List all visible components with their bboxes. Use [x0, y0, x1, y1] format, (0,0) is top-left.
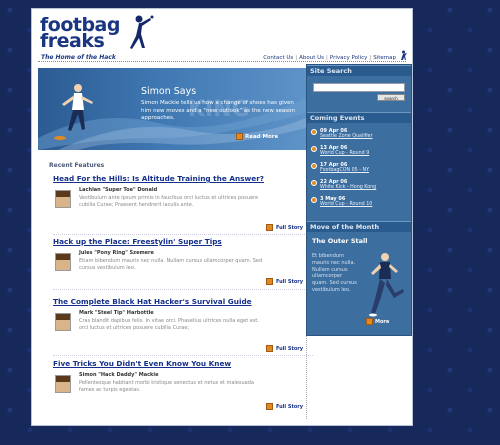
search-heading: Site Search	[307, 65, 411, 76]
search-button[interactable]: search	[377, 94, 405, 101]
hero-description: Simon Mackie tells us how a change of sh…	[141, 100, 296, 121]
full-story-link[interactable]: Full Story	[265, 278, 303, 285]
arrow-bullet-icon	[265, 224, 273, 231]
feature-byline: Mark "Steel Tip" Harbottle Cras blandit …	[53, 310, 303, 344]
full-story-label: Full Story	[275, 224, 303, 231]
bullet-icon	[311, 180, 317, 186]
event-title-link[interactable]: Seattle Zone Qualifier	[320, 134, 408, 139]
full-story-label: Full Story	[275, 403, 303, 410]
full-story-link[interactable]: Full Story	[265, 345, 303, 352]
sidebar: Site Search search Coming Events 09 Apr …	[306, 64, 412, 336]
bullet-icon	[311, 146, 317, 152]
arrow-bullet-icon	[366, 318, 373, 325]
feature-title-link[interactable]: Hack up the Place: Freestylin' Super Tip…	[53, 237, 303, 246]
motm-more-label: More	[375, 318, 390, 325]
author-name: Jules "Pony Ring" Szemere	[79, 250, 154, 256]
event-title-link[interactable]: White Kick - Hong Kong	[320, 185, 408, 190]
kicker-mini-icon	[401, 50, 407, 60]
event-item[interactable]: 13 Apr 06 World Cup - Round 9	[311, 145, 408, 156]
full-story-label: Full Story	[275, 278, 303, 285]
hero-title: Simon Says	[141, 86, 197, 97]
full-story-label: Full Story	[275, 345, 303, 352]
full-story-link[interactable]: Full Story	[265, 224, 303, 231]
feature-byline: Simon "Hack Daddy" Mackie Pellentesque h…	[53, 372, 303, 406]
author-name: Lachlan "Super Toe" Donald	[79, 187, 158, 193]
event-item[interactable]: 09 Apr 06 Seattle Zone Qualifier	[311, 128, 408, 139]
arrow-bullet-icon	[265, 403, 273, 410]
feature-byline: Lachlan "Super Toe" Donald Vestibulum an…	[53, 187, 303, 221]
feature-excerpt: Pellentesque habitant morbi tristique se…	[79, 380, 254, 393]
author-avatar	[55, 253, 71, 271]
tagline: The Home of the Hack	[41, 54, 116, 61]
feature-item: Hack up the Place: Freestylin' Super Tip…	[53, 237, 313, 290]
feature-excerpt: Cras blandit dapibus felis. In vitae orc…	[79, 318, 259, 331]
section-heading: Recent Features	[49, 162, 105, 169]
feature-title-link[interactable]: Five Tricks You Didn't Even Know You Kne…	[53, 359, 303, 368]
header-divider	[38, 61, 406, 62]
bullet-icon	[311, 163, 317, 169]
bullet-icon	[311, 197, 317, 203]
hero-banner: KING Simon Says Simon Mackie tells us ho…	[38, 68, 306, 150]
event-item[interactable]: 22 Apr 06 White Kick - Hong Kong	[311, 179, 408, 190]
feature-title-link[interactable]: The Complete Black Hat Hacker's Survival…	[53, 297, 303, 306]
motm-more-link[interactable]: More	[366, 318, 389, 325]
footbag-player-image	[369, 253, 404, 317]
event-title-link[interactable]: FootbagCON 05 - NY	[320, 168, 408, 173]
author-avatar	[55, 375, 71, 393]
full-story-link[interactable]: Full Story	[265, 403, 303, 410]
hero-read-more-label: Read More	[245, 133, 279, 140]
divider	[53, 234, 313, 235]
divider	[53, 289, 313, 290]
event-item[interactable]: 3 May 06 World Cup - Round 10	[311, 196, 408, 207]
feature-item: The Complete Black Hat Hacker's Survival…	[53, 297, 313, 356]
recent-features: Recent Features Head For the Hills: Is A…	[38, 159, 313, 419]
feature-item: Head For the Hills: Is Altitude Training…	[53, 174, 313, 235]
motm-title: The Outer Stall	[312, 237, 368, 245]
author-avatar	[55, 190, 71, 208]
event-item[interactable]: 17 Apr 06 FootbagCON 05 - NY	[311, 162, 408, 173]
author-name: Simon "Hack Daddy" Mackie	[79, 372, 159, 378]
events-heading: Coming Events	[307, 112, 411, 123]
kicker-silhouette-icon	[130, 15, 154, 49]
logo-wordmark: footbag freaks	[40, 16, 120, 51]
bullet-icon	[311, 129, 317, 135]
motm-heading: Move of the Month	[307, 221, 411, 232]
motm-text: Et bibendum mauris nec nulla. Nullam cur…	[312, 253, 357, 293]
arrow-bullet-icon	[236, 133, 243, 140]
search-input[interactable]	[313, 83, 405, 92]
feature-title-link[interactable]: Head For the Hills: Is Altitude Training…	[53, 174, 303, 183]
event-title-link[interactable]: World Cup - Round 9	[320, 151, 408, 156]
divider	[53, 355, 313, 356]
author-avatar	[55, 313, 71, 331]
feature-excerpt: Vestibulum ante ipsum primis in faucibus…	[79, 195, 259, 208]
feature-item: Five Tricks You Didn't Even Know You Kne…	[53, 359, 303, 410]
event-title-link[interactable]: World Cup - Round 10	[320, 202, 408, 207]
author-name: Mark "Steel Tip" Harbottle	[79, 310, 154, 316]
hero-read-more-link[interactable]: Read More	[236, 133, 278, 140]
feature-excerpt: Etiam bibendum mauris nec nulla. Nullam …	[79, 258, 263, 271]
arrow-bullet-icon	[265, 278, 273, 285]
arrow-bullet-icon	[265, 345, 273, 352]
